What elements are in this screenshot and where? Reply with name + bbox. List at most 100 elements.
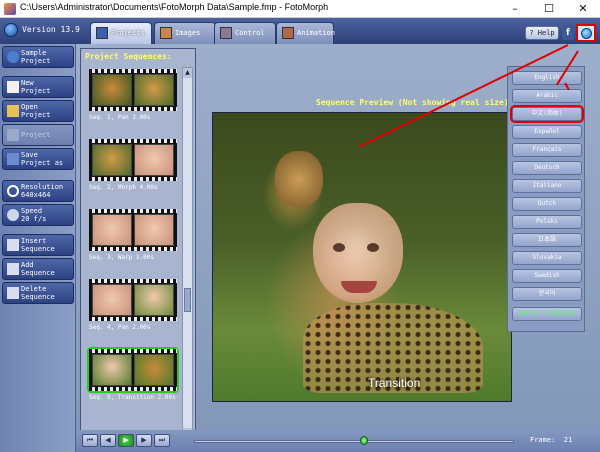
- add-translate-button[interactable]: Add or Translate: [512, 307, 582, 321]
- animation-icon: [282, 27, 294, 39]
- sequence-scrollbar[interactable]: ▲ ▼: [182, 67, 193, 439]
- insert-sequence-button[interactable]: Insert Sequence: [2, 234, 74, 256]
- language-option[interactable]: 日本語: [512, 233, 582, 247]
- speed-button[interactable]: Speed 20 f/s: [2, 204, 74, 226]
- open-project-button[interactable]: Open Project: [2, 100, 74, 122]
- play-icon[interactable]: ▶: [118, 434, 134, 447]
- images-icon: [160, 27, 172, 39]
- frame-slider[interactable]: [194, 440, 514, 443]
- tab-images[interactable]: Images: [154, 22, 216, 44]
- frame-slider-knob[interactable]: [359, 436, 368, 445]
- projects-icon: [96, 27, 108, 39]
- save-project-button[interactable]: Project: [2, 124, 74, 146]
- app-window: Version 13.9 Projects Images Control Ani…: [0, 18, 600, 452]
- sequence-item[interactable]: Seq. 3, Warp 1.00s: [85, 209, 179, 279]
- minimize-button[interactable]: –: [498, 0, 532, 18]
- filmstrip-thumbnail: [89, 69, 177, 111]
- sequence-label: Seq. 1, Pan 2.00s: [89, 114, 151, 121]
- cheetah-shape: [275, 151, 323, 207]
- language-option[interactable]: Swedish: [512, 269, 582, 283]
- sequence-item-selected[interactable]: Seq. 5, Transition 2.00s: [85, 347, 179, 419]
- next-frame-icon[interactable]: ▶: [136, 434, 152, 447]
- last-frame-icon[interactable]: ⏭: [154, 434, 170, 447]
- app-icon: [4, 3, 16, 15]
- sequence-label: Seq. 5, Transition 2.00s: [89, 394, 176, 401]
- delete-sequence-button[interactable]: Delete Sequence: [2, 282, 74, 304]
- language-option[interactable]: Polski: [512, 215, 582, 229]
- language-option[interactable]: Italiano: [512, 179, 582, 193]
- language-option[interactable]: Slovakia: [512, 251, 582, 265]
- tab-projects[interactable]: Projects: [90, 22, 152, 44]
- facebook-icon[interactable]: f: [562, 26, 574, 40]
- eye-shape: [367, 243, 379, 252]
- sequence-item[interactable]: Seq. 4, Pan 2.00s: [85, 279, 179, 349]
- tab-control-label: Control: [235, 29, 265, 37]
- sequence-item[interactable]: Seq. 1, Pan 2.00s: [85, 69, 179, 139]
- language-option[interactable]: Deutsch: [512, 161, 582, 175]
- language-option[interactable]: Español: [512, 125, 582, 139]
- delete-icon: [7, 287, 19, 299]
- language-option[interactable]: Arabic: [512, 89, 582, 103]
- top-strip: Version 13.9 Projects Images Control Ani…: [0, 18, 600, 44]
- sequence-label: Seq. 2, Morph 4.00s: [89, 184, 158, 191]
- tab-images-label: Images: [175, 29, 201, 37]
- add-icon: [7, 263, 19, 275]
- close-button[interactable]: ✕: [566, 0, 600, 18]
- save-project-as-button[interactable]: Save Project as: [2, 148, 74, 170]
- sidebar: Sample Project New Project Open Project …: [0, 44, 76, 452]
- tab-animation-label: Animation: [297, 29, 335, 37]
- new-file-icon: [7, 81, 19, 93]
- first-frame-icon[interactable]: ⏮: [82, 434, 98, 447]
- sample-project-label: Sample Project: [21, 49, 51, 65]
- sequence-panel: Project Sequences: Seq. 1, Pan 2.00s Seq…: [80, 48, 196, 444]
- folder-icon: [7, 105, 19, 117]
- tab-control[interactable]: Control: [214, 22, 276, 44]
- frame-counter: Frame: 21: [530, 436, 572, 444]
- player-bar: ⏮ ◀ ▶ ▶ ⏭ Frame: 21: [76, 430, 600, 452]
- filmstrip-thumbnail: [87, 347, 179, 393]
- insert-icon: [7, 239, 19, 251]
- eye-shape: [333, 243, 345, 252]
- fotomorph-logo-icon: [4, 23, 18, 37]
- resolution-button[interactable]: Resolution 640x464: [2, 180, 74, 202]
- sequence-panel-title: Project Sequences:: [85, 52, 172, 61]
- scroll-up-icon[interactable]: ▲: [183, 68, 192, 78]
- language-button[interactable]: [576, 24, 596, 42]
- sample-icon: [7, 51, 19, 63]
- language-option-chinese-simplified[interactable]: 中文(简体): [510, 105, 584, 123]
- add-sequence-label: Add Sequence: [21, 261, 55, 277]
- new-project-button[interactable]: New Project: [2, 76, 74, 98]
- preview-title: Sequence Preview (Not showing real size): [316, 98, 509, 107]
- scroll-thumb[interactable]: [184, 288, 191, 312]
- globe-icon: [581, 28, 592, 39]
- tab-animation[interactable]: Animation: [276, 22, 335, 44]
- save-as-icon: [7, 153, 19, 165]
- tab-projects-label: Projects: [111, 29, 145, 37]
- maximize-button[interactable]: ☐: [532, 0, 566, 18]
- sequence-label: Seq. 4, Pan 2.00s: [89, 324, 151, 331]
- window-title-bar: C:\Users\Administrator\Documents\FotoMor…: [0, 0, 600, 18]
- save-project-label: Project: [21, 131, 51, 139]
- filmstrip-thumbnail: [89, 209, 177, 251]
- add-sequence-button[interactable]: Add Sequence: [2, 258, 74, 280]
- control-icon: [220, 27, 232, 39]
- open-project-label: Open Project: [21, 103, 51, 119]
- help-button[interactable]: ? Help: [525, 26, 559, 40]
- language-option[interactable]: Français: [512, 143, 582, 157]
- save-project-as-label: Save Project as: [21, 151, 64, 167]
- sequence-label: Seq. 3, Warp 1.00s: [89, 254, 155, 261]
- sequence-item[interactable]: Seq. 2, Morph 4.00s: [85, 139, 179, 209]
- filmstrip-thumbnail: [89, 279, 177, 321]
- frame-value: 21: [563, 436, 573, 444]
- new-project-label: New Project: [21, 79, 51, 95]
- language-option[interactable]: Dutch: [512, 197, 582, 211]
- window-title: C:\Users\Administrator\Documents\FotoMor…: [20, 2, 329, 12]
- insert-sequence-label: Insert Sequence: [21, 237, 55, 253]
- resolution-label: Resolution 640x464: [21, 183, 64, 199]
- language-option[interactable]: English: [512, 71, 582, 85]
- previous-frame-icon[interactable]: ◀: [100, 434, 116, 447]
- language-option[interactable]: 한국어: [512, 287, 582, 301]
- sample-project-button[interactable]: Sample Project: [2, 46, 74, 68]
- filmstrip-thumbnail: [89, 139, 177, 181]
- disk-icon: [7, 129, 19, 141]
